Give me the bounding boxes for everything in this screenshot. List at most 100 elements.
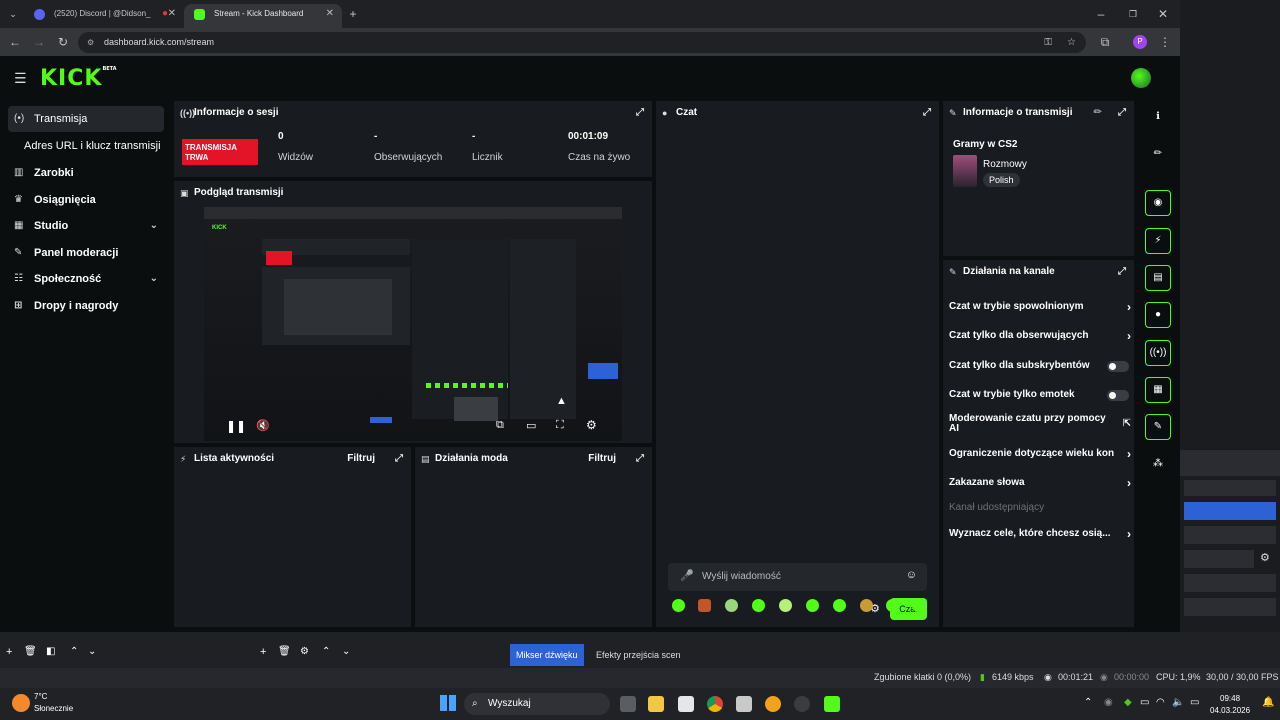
chat-icon[interactable]: ●: [1145, 302, 1171, 328]
filter-button[interactable]: Filtruj: [347, 447, 375, 471]
info-icon[interactable]: ℹ: [1145, 105, 1171, 131]
chrome-icon[interactable]: [707, 696, 723, 712]
kick-logo[interactable]: KICKBETA: [40, 66, 117, 91]
trash-icon[interactable]: 🗑: [24, 646, 37, 657]
popout-icon[interactable]: ⤢: [1118, 101, 1126, 125]
fullscreen-icon[interactable]: ⛶: [556, 419, 564, 432]
move-down-icon[interactable]: ⌄: [342, 646, 350, 657]
sidebar-subitem-stream-key[interactable]: Adres URL i klucz transmisji: [24, 136, 161, 156]
emoji-icon[interactable]: ☺: [906, 569, 917, 581]
picture-in-picture-icon[interactable]: ⧉: [496, 419, 504, 432]
back-icon[interactable]: ←: [6, 32, 24, 52]
filter-icon[interactable]: ◧: [46, 646, 55, 657]
add-source-icon[interactable]: +: [260, 646, 266, 658]
user-avatar[interactable]: [1131, 68, 1151, 88]
wrench-icon[interactable]: ✎: [1145, 414, 1171, 440]
emote-10[interactable]: [912, 599, 925, 612]
edit-pencil-icon[interactable]: ✏: [1145, 142, 1171, 168]
wifi-icon[interactable]: ◠: [1156, 697, 1165, 708]
emote-4[interactable]: [752, 599, 765, 612]
pause-icon[interactable]: ❚❚: [226, 419, 246, 433]
site-info-icon[interactable]: ⚙: [87, 32, 94, 53]
obs-icon[interactable]: [794, 696, 810, 712]
session-info-icon[interactable]: ◉: [1145, 190, 1171, 216]
new-tab-icon[interactable]: +: [344, 4, 362, 24]
microphone-icon[interactable]: 🎤: [680, 569, 694, 582]
subscribers-only-toggle[interactable]: [1107, 361, 1129, 372]
clock-time[interactable]: 09:48: [1220, 694, 1240, 703]
clock-date[interactable]: 04.03.2026: [1210, 706, 1250, 715]
sidebar-item-studio[interactable]: ▦ Studio ⌄: [8, 213, 164, 239]
widgets-icon[interactable]: ⁂: [1145, 452, 1171, 478]
emote-1[interactable]: [672, 599, 685, 612]
weather-sun-icon[interactable]: [12, 694, 30, 712]
popout-icon[interactable]: ⤢: [395, 447, 403, 471]
tab-search-icon[interactable]: ⌄: [4, 4, 22, 24]
theater-mode-icon[interactable]: ▭: [526, 419, 536, 432]
maximize-icon[interactable]: ❐: [1124, 4, 1142, 24]
sidebar-item-transmisja[interactable]: (•) Transmisja: [8, 106, 164, 132]
app-icon[interactable]: [765, 696, 781, 712]
minimize-icon[interactable]: –: [1092, 4, 1110, 24]
video-player[interactable]: KICK ❚❚ 🔇 ⧉ ▭ ⛶ ⚙ ▲: [204, 207, 622, 441]
tab-scene-transitions[interactable]: Efekty przejścia scen: [590, 644, 687, 666]
activity-lightning-icon[interactable]: ⚡: [1145, 228, 1171, 254]
volume-icon[interactable]: 🔈: [1172, 697, 1184, 708]
sidebar-item-panel-moderacji[interactable]: ✎ Panel moderacji: [8, 240, 164, 266]
channel-row-age-restriction[interactable]: Ograniczenie dotyczące wieku kon ›: [949, 444, 1131, 464]
gear-icon[interactable]: ⚙: [1260, 551, 1270, 564]
emote-5[interactable]: [779, 599, 792, 612]
taskbar-search[interactable]: ⌕ Wyszukaj: [464, 693, 610, 715]
sidebar-item-spolecznosc[interactable]: ☷ Społeczność ⌄: [8, 266, 164, 292]
tab-audio-mixer[interactable]: Mikser dźwięku: [510, 644, 584, 666]
sidebar-item-dropy[interactable]: ⊞ Dropy i nagrody: [8, 293, 164, 319]
close-icon[interactable]: ✕: [168, 4, 176, 24]
windows-start-icon[interactable]: [440, 695, 456, 711]
add-icon[interactable]: +: [6, 646, 12, 658]
reload-icon[interactable]: ↻: [54, 32, 72, 52]
channel-row-ai-moderation[interactable]: Moderowanie czatu przy pomocy AI ⇱: [949, 414, 1131, 438]
channel-row-banned-words[interactable]: Zakazane słowa ›: [949, 473, 1131, 493]
profile-avatar[interactable]: P: [1133, 35, 1147, 49]
task-view-icon[interactable]: [620, 696, 636, 712]
bookmark-star-icon[interactable]: ☆: [1067, 32, 1076, 53]
emote-2[interactable]: [698, 599, 711, 612]
category-name[interactable]: Rozmowy: [983, 159, 1027, 170]
close-icon[interactable]: ✕: [326, 4, 334, 24]
extensions-icon[interactable]: ⧉: [1096, 32, 1114, 52]
emote-8[interactable]: [860, 599, 873, 612]
emote-only-toggle[interactable]: [1107, 390, 1129, 401]
tray-chevron-icon[interactable]: ⌃: [1084, 697, 1092, 708]
menu-dots-icon[interactable]: ⋮: [1156, 32, 1174, 52]
hamburger-menu-icon[interactable]: ☰: [14, 70, 27, 87]
file-explorer-icon[interactable]: [648, 696, 664, 712]
store-icon[interactable]: [678, 696, 694, 712]
edit-pencil-icon[interactable]: ✏: [1094, 101, 1102, 125]
popout-icon[interactable]: ⤢: [1118, 260, 1126, 284]
filter-button[interactable]: Filtruj: [588, 447, 616, 471]
calculator-icon[interactable]: [736, 696, 752, 712]
forward-icon[interactable]: →: [30, 32, 48, 52]
window-close-icon[interactable]: ✕: [1154, 4, 1172, 24]
url-field[interactable]: ⚙ dashboard.kick.com/stream ⚿ ☆: [78, 32, 1086, 53]
tab-kick[interactable]: Stream - Kick Dashboard ✕: [184, 4, 342, 28]
mute-icon[interactable]: 🔇: [256, 419, 270, 432]
emote-3[interactable]: [725, 599, 738, 612]
channel-row-followers-only[interactable]: Czat tylko dla obserwujących ›: [949, 326, 1131, 346]
tab-discord[interactable]: (2520) Discord | @Didson_ ● ✕: [24, 4, 184, 28]
notification-bell-icon[interactable]: 🔔: [1262, 697, 1274, 708]
tray-monitor-icon[interactable]: ▭: [1140, 697, 1149, 708]
chat-input[interactable]: 🎤 Wyślij wiadomość ☺: [668, 563, 927, 591]
sidebar-item-osiagniecia[interactable]: ♛ Osiągnięcia: [8, 187, 164, 213]
tray-obs-icon[interactable]: ◉: [1104, 697, 1113, 708]
kick-app-icon[interactable]: [824, 696, 840, 712]
emote-6[interactable]: [806, 599, 819, 612]
broadcast-icon[interactable]: ((•)): [1145, 340, 1171, 366]
move-up-icon[interactable]: ⌃: [70, 646, 78, 657]
layout-icon[interactable]: ▦: [1145, 377, 1171, 403]
popout-icon[interactable]: ⤢: [636, 447, 644, 471]
tray-app-icon[interactable]: ◆: [1124, 697, 1132, 708]
channel-row-slow-mode[interactable]: Czat w trybie spowolnionym ›: [949, 297, 1131, 317]
gear-icon[interactable]: ⚙: [300, 646, 309, 657]
channel-row-goals[interactable]: Wyznacz cele, które chcesz osią... ›: [949, 524, 1131, 544]
